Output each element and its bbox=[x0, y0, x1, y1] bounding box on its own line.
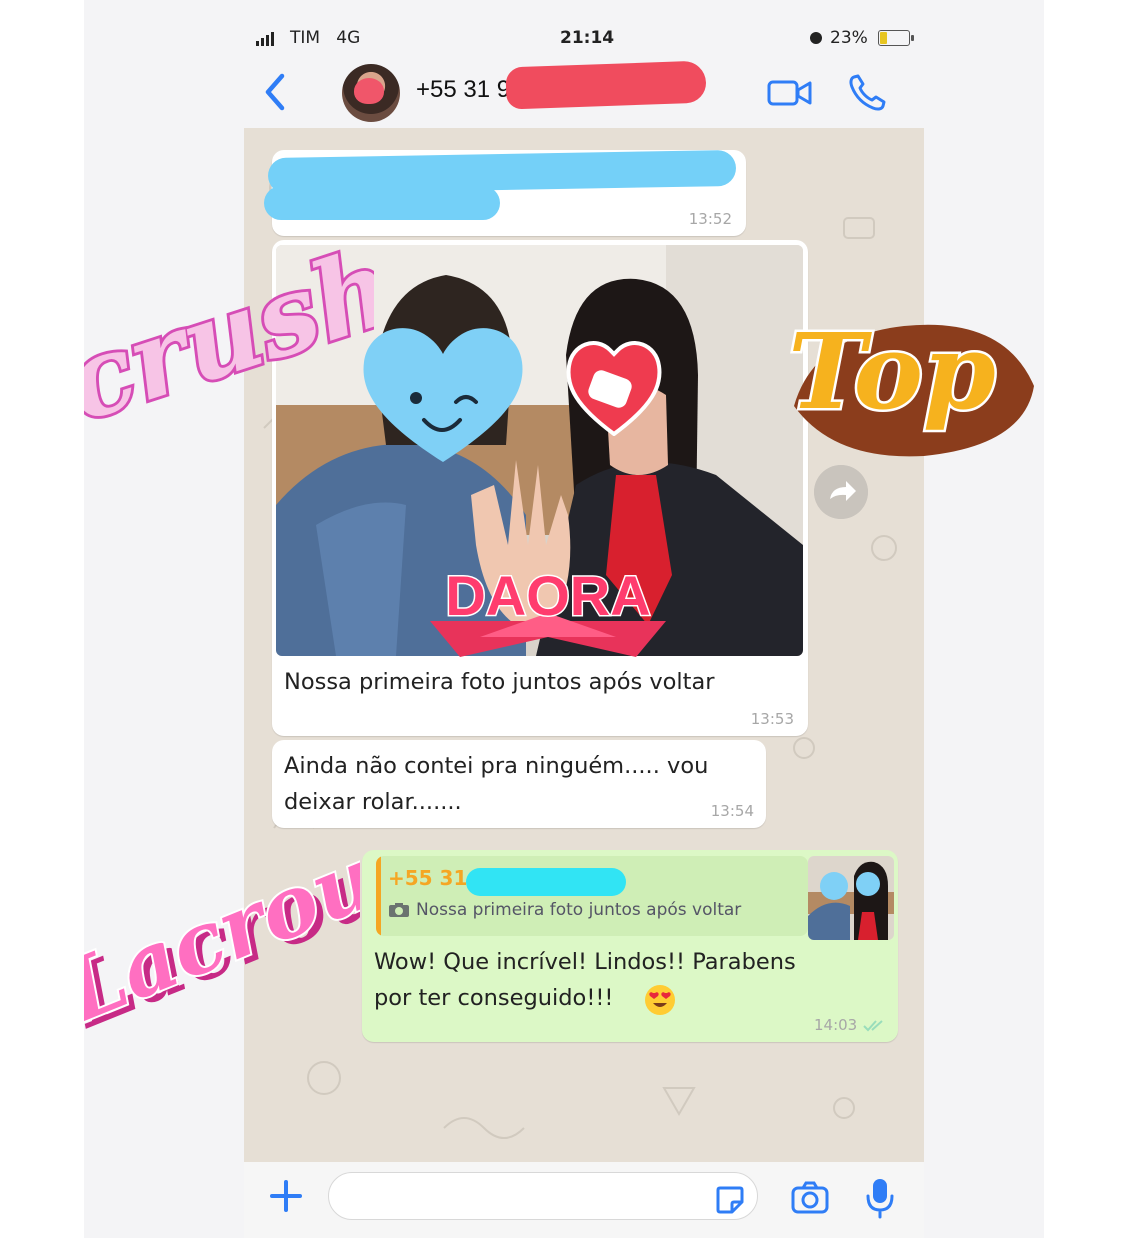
sticker-icon[interactable] bbox=[714, 1184, 746, 1216]
message-text-line: por ter conseguido!!! bbox=[374, 985, 614, 1011]
blue-heart-sticker bbox=[363, 328, 523, 462]
plus-icon[interactable] bbox=[266, 1176, 306, 1216]
number-redaction bbox=[505, 60, 707, 110]
signal-icon bbox=[256, 32, 274, 46]
microphone-icon[interactable] bbox=[864, 1176, 896, 1220]
reply-accent-bar bbox=[376, 856, 381, 936]
number-redaction bbox=[466, 868, 626, 896]
message-time: 13:52 bbox=[688, 210, 732, 228]
text-redaction bbox=[264, 186, 500, 220]
status-time: 21:14 bbox=[560, 28, 615, 48]
reply-author: +55 31 bbox=[388, 866, 468, 890]
message-time: 14:03 bbox=[814, 1016, 886, 1034]
top-sticker-text: Top bbox=[788, 310, 996, 433]
chat-header: +55 31 98 bbox=[244, 56, 924, 128]
top-sticker: Top bbox=[786, 308, 1034, 457]
message-text-line: Ainda não contei pra ninguém..... vou bbox=[284, 753, 709, 779]
battery-icon bbox=[878, 30, 914, 46]
daora-sticker-text: DAORA bbox=[445, 564, 650, 627]
phone-icon[interactable] bbox=[846, 72, 888, 114]
message-time: 13:53 bbox=[750, 710, 794, 728]
daora-sticker: DAORA bbox=[430, 563, 666, 657]
heart-eyes-emoji-icon bbox=[645, 985, 675, 1015]
carrier-label: TIM 4G bbox=[290, 28, 361, 48]
reply-quoted-text: Nossa primeira foto juntos após voltar bbox=[416, 900, 742, 920]
message-input-bar bbox=[244, 1162, 924, 1238]
crush-sticker-text: crush bbox=[84, 226, 374, 440]
message-input[interactable] bbox=[328, 1172, 758, 1220]
message-text-line: deixar rolar....... bbox=[284, 789, 462, 815]
red-heart-sticker bbox=[566, 341, 662, 436]
message-time: 13:54 bbox=[710, 802, 754, 820]
face-redaction bbox=[354, 78, 384, 104]
video-camera-icon[interactable] bbox=[766, 76, 814, 110]
reply-thumbnail bbox=[808, 856, 894, 940]
reply-quote[interactable]: +55 31 Nossa primeira foto juntos após v… bbox=[376, 856, 808, 936]
double-check-icon bbox=[863, 1019, 883, 1031]
alarm-icon bbox=[810, 32, 822, 44]
status-bar: TIM 4G 21:14 23% bbox=[244, 24, 924, 54]
camera-icon[interactable] bbox=[790, 1180, 830, 1216]
crush-sticker: crush bbox=[84, 226, 374, 440]
avatar[interactable] bbox=[342, 64, 400, 122]
photo-caption: Nossa primeira foto juntos após voltar bbox=[284, 669, 715, 695]
lacrou-sticker-text: Lacrou bbox=[84, 842, 360, 1038]
forward-icon[interactable] bbox=[814, 465, 868, 519]
lacrou-sticker: Lacrou Lacrou bbox=[84, 842, 360, 1038]
message-text-line: Wow! Que incrível! Lindos!! Parabens bbox=[374, 949, 796, 975]
message-bubble-incoming[interactable]: Ainda não contei pra ninguém..... vou de… bbox=[272, 740, 766, 828]
battery-percent: 23% bbox=[830, 28, 868, 48]
back-chevron-icon[interactable] bbox=[256, 70, 296, 114]
camera-icon bbox=[389, 903, 409, 917]
